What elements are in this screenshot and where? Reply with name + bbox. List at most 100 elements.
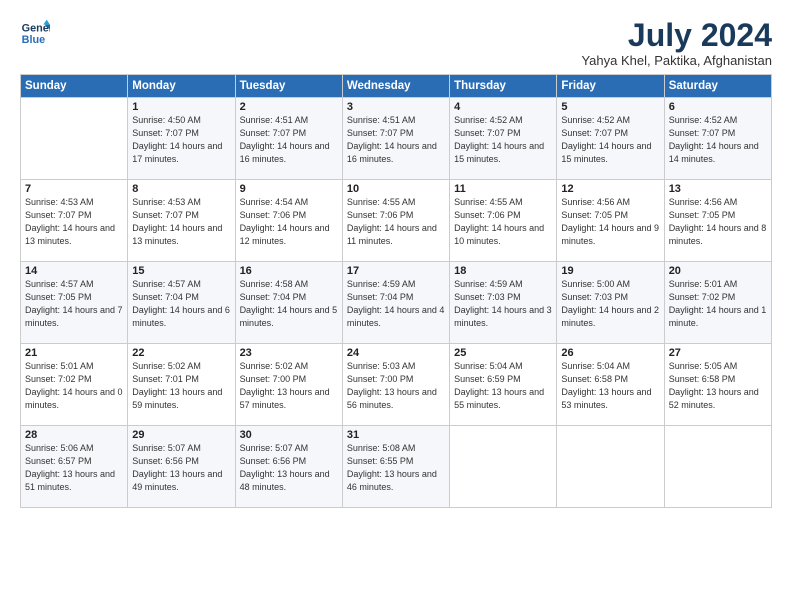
header-monday: Monday (128, 75, 235, 98)
cell-info: Sunrise: 4:52 AMSunset: 7:07 PMDaylight:… (669, 114, 767, 166)
cell-week5-day5 (450, 426, 557, 508)
cell-info: Sunrise: 5:05 AMSunset: 6:58 PMDaylight:… (669, 360, 767, 412)
day-number: 16 (240, 265, 338, 277)
week-row-4: 21 Sunrise: 5:01 AMSunset: 7:02 PMDaylig… (21, 344, 772, 426)
day-number: 27 (669, 347, 767, 359)
cell-info: Sunrise: 5:07 AMSunset: 6:56 PMDaylight:… (240, 442, 338, 494)
day-number: 31 (347, 429, 445, 441)
cell-week3-day3: 16 Sunrise: 4:58 AMSunset: 7:04 PMDaylig… (235, 262, 342, 344)
logo: General Blue (20, 18, 50, 48)
week-row-2: 7 Sunrise: 4:53 AMSunset: 7:07 PMDayligh… (21, 180, 772, 262)
svg-text:Blue: Blue (22, 34, 45, 46)
week-row-3: 14 Sunrise: 4:57 AMSunset: 7:05 PMDaylig… (21, 262, 772, 344)
page-header: General Blue July 2024 Yahya Khel, Pakti… (20, 18, 772, 68)
cell-info: Sunrise: 4:55 AMSunset: 7:06 PMDaylight:… (347, 196, 445, 248)
cell-week4-day6: 26 Sunrise: 5:04 AMSunset: 6:58 PMDaylig… (557, 344, 664, 426)
header-thursday: Thursday (450, 75, 557, 98)
day-number: 6 (669, 101, 767, 113)
cell-week1-day6: 5 Sunrise: 4:52 AMSunset: 7:07 PMDayligh… (557, 98, 664, 180)
cell-info: Sunrise: 4:51 AMSunset: 7:07 PMDaylight:… (347, 114, 445, 166)
cell-week3-day6: 19 Sunrise: 5:00 AMSunset: 7:03 PMDaylig… (557, 262, 664, 344)
cell-week3-day2: 15 Sunrise: 4:57 AMSunset: 7:04 PMDaylig… (128, 262, 235, 344)
cell-week5-day1: 28 Sunrise: 5:06 AMSunset: 6:57 PMDaylig… (21, 426, 128, 508)
week-row-1: 1 Sunrise: 4:50 AMSunset: 7:07 PMDayligh… (21, 98, 772, 180)
cell-info: Sunrise: 5:04 AMSunset: 6:58 PMDaylight:… (561, 360, 659, 412)
day-number: 13 (669, 183, 767, 195)
day-number: 14 (25, 265, 123, 277)
cell-info: Sunrise: 4:55 AMSunset: 7:06 PMDaylight:… (454, 196, 552, 248)
title-block: July 2024 Yahya Khel, Paktika, Afghanist… (581, 18, 772, 68)
cell-week1-day3: 2 Sunrise: 4:51 AMSunset: 7:07 PMDayligh… (235, 98, 342, 180)
day-number: 15 (132, 265, 230, 277)
day-number: 24 (347, 347, 445, 359)
cell-info: Sunrise: 5:01 AMSunset: 7:02 PMDaylight:… (669, 278, 767, 330)
cell-info: Sunrise: 5:06 AMSunset: 6:57 PMDaylight:… (25, 442, 123, 494)
cell-week4-day2: 22 Sunrise: 5:02 AMSunset: 7:01 PMDaylig… (128, 344, 235, 426)
header-saturday: Saturday (664, 75, 771, 98)
cell-info: Sunrise: 4:52 AMSunset: 7:07 PMDaylight:… (561, 114, 659, 166)
cell-week1-day1 (21, 98, 128, 180)
cell-week5-day2: 29 Sunrise: 5:07 AMSunset: 6:56 PMDaylig… (128, 426, 235, 508)
cell-info: Sunrise: 5:02 AMSunset: 7:01 PMDaylight:… (132, 360, 230, 412)
cell-info: Sunrise: 4:56 AMSunset: 7:05 PMDaylight:… (561, 196, 659, 248)
cell-week3-day7: 20 Sunrise: 5:01 AMSunset: 7:02 PMDaylig… (664, 262, 771, 344)
week-row-5: 28 Sunrise: 5:06 AMSunset: 6:57 PMDaylig… (21, 426, 772, 508)
day-number: 2 (240, 101, 338, 113)
cell-week3-day5: 18 Sunrise: 4:59 AMSunset: 7:03 PMDaylig… (450, 262, 557, 344)
cell-info: Sunrise: 5:00 AMSunset: 7:03 PMDaylight:… (561, 278, 659, 330)
day-number: 10 (347, 183, 445, 195)
day-number: 20 (669, 265, 767, 277)
cell-week3-day4: 17 Sunrise: 4:59 AMSunset: 7:04 PMDaylig… (342, 262, 449, 344)
cell-info: Sunrise: 4:58 AMSunset: 7:04 PMDaylight:… (240, 278, 338, 330)
header-friday: Friday (557, 75, 664, 98)
logo-icon: General Blue (20, 18, 50, 48)
cell-week1-day4: 3 Sunrise: 4:51 AMSunset: 7:07 PMDayligh… (342, 98, 449, 180)
header-sunday: Sunday (21, 75, 128, 98)
day-number: 7 (25, 183, 123, 195)
day-number: 22 (132, 347, 230, 359)
day-number: 18 (454, 265, 552, 277)
cell-week2-day6: 12 Sunrise: 4:56 AMSunset: 7:05 PMDaylig… (557, 180, 664, 262)
day-number: 26 (561, 347, 659, 359)
cell-info: Sunrise: 4:50 AMSunset: 7:07 PMDaylight:… (132, 114, 230, 166)
day-number: 29 (132, 429, 230, 441)
cell-week2-day7: 13 Sunrise: 4:56 AMSunset: 7:05 PMDaylig… (664, 180, 771, 262)
cell-week1-day2: 1 Sunrise: 4:50 AMSunset: 7:07 PMDayligh… (128, 98, 235, 180)
day-number: 1 (132, 101, 230, 113)
cell-week2-day3: 9 Sunrise: 4:54 AMSunset: 7:06 PMDayligh… (235, 180, 342, 262)
cell-info: Sunrise: 5:01 AMSunset: 7:02 PMDaylight:… (25, 360, 123, 412)
cell-week1-day7: 6 Sunrise: 4:52 AMSunset: 7:07 PMDayligh… (664, 98, 771, 180)
header-row: Sunday Monday Tuesday Wednesday Thursday… (21, 75, 772, 98)
cell-week2-day1: 7 Sunrise: 4:53 AMSunset: 7:07 PMDayligh… (21, 180, 128, 262)
cell-week2-day5: 11 Sunrise: 4:55 AMSunset: 7:06 PMDaylig… (450, 180, 557, 262)
day-number: 3 (347, 101, 445, 113)
day-number: 28 (25, 429, 123, 441)
day-number: 17 (347, 265, 445, 277)
cell-info: Sunrise: 5:02 AMSunset: 7:00 PMDaylight:… (240, 360, 338, 412)
cell-info: Sunrise: 5:04 AMSunset: 6:59 PMDaylight:… (454, 360, 552, 412)
cell-week5-day7 (664, 426, 771, 508)
day-number: 25 (454, 347, 552, 359)
cell-week2-day2: 8 Sunrise: 4:53 AMSunset: 7:07 PMDayligh… (128, 180, 235, 262)
cell-week5-day4: 31 Sunrise: 5:08 AMSunset: 6:55 PMDaylig… (342, 426, 449, 508)
day-number: 5 (561, 101, 659, 113)
day-number: 11 (454, 183, 552, 195)
day-number: 19 (561, 265, 659, 277)
month-title: July 2024 (581, 18, 772, 53)
cell-info: Sunrise: 5:07 AMSunset: 6:56 PMDaylight:… (132, 442, 230, 494)
cell-info: Sunrise: 4:59 AMSunset: 7:03 PMDaylight:… (454, 278, 552, 330)
cell-week4-day4: 24 Sunrise: 5:03 AMSunset: 7:00 PMDaylig… (342, 344, 449, 426)
cell-info: Sunrise: 4:57 AMSunset: 7:04 PMDaylight:… (132, 278, 230, 330)
cell-info: Sunrise: 4:53 AMSunset: 7:07 PMDaylight:… (25, 196, 123, 248)
day-number: 4 (454, 101, 552, 113)
cell-info: Sunrise: 4:51 AMSunset: 7:07 PMDaylight:… (240, 114, 338, 166)
cell-info: Sunrise: 4:57 AMSunset: 7:05 PMDaylight:… (25, 278, 123, 330)
cell-info: Sunrise: 4:59 AMSunset: 7:04 PMDaylight:… (347, 278, 445, 330)
header-tuesday: Tuesday (235, 75, 342, 98)
cell-week2-day4: 10 Sunrise: 4:55 AMSunset: 7:06 PMDaylig… (342, 180, 449, 262)
cell-week1-day5: 4 Sunrise: 4:52 AMSunset: 7:07 PMDayligh… (450, 98, 557, 180)
cell-info: Sunrise: 4:54 AMSunset: 7:06 PMDaylight:… (240, 196, 338, 248)
cell-info: Sunrise: 5:08 AMSunset: 6:55 PMDaylight:… (347, 442, 445, 494)
day-number: 8 (132, 183, 230, 195)
location: Yahya Khel, Paktika, Afghanistan (581, 53, 772, 68)
